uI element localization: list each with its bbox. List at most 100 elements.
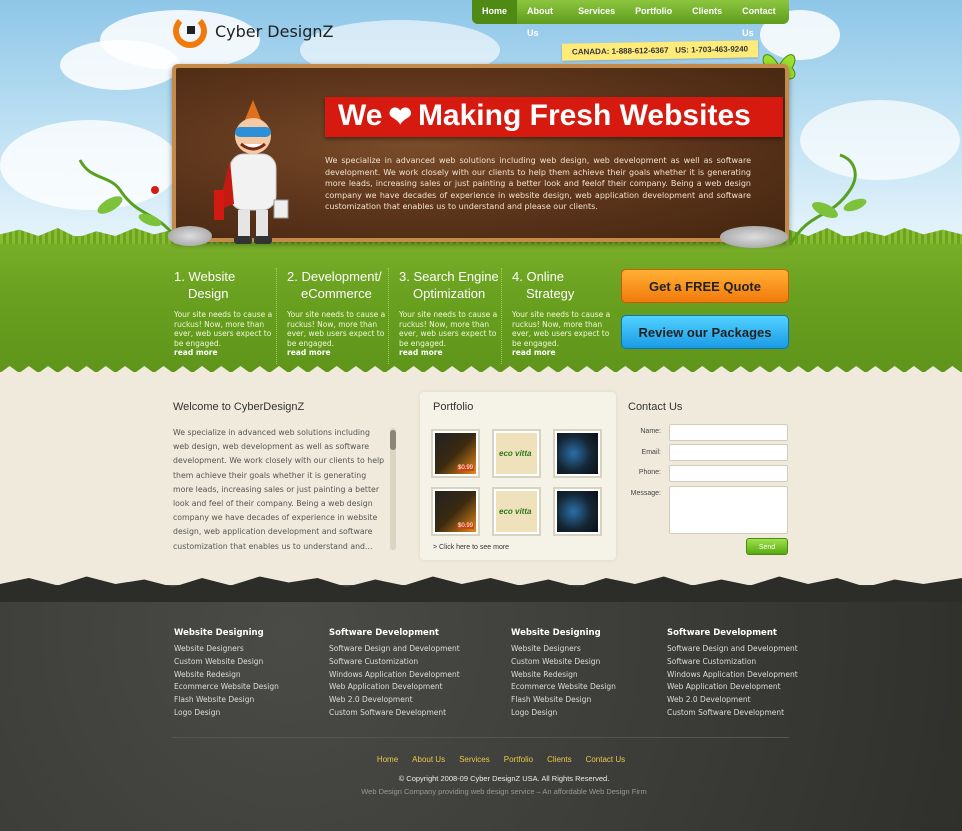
footer-link[interactable]: Website Designers [511,643,616,656]
portfolio-thumb[interactable] [553,487,602,536]
copyright: © Copyright 2008-09 Cyber DesignZ USA. A… [398,774,610,783]
footer-link[interactable]: Custom Software Development [329,707,460,720]
service-title: 4. Online Strategy [512,269,575,301]
nav-services[interactable]: Services [568,0,625,24]
footer-nav-portfolio[interactable]: Portfolio [504,755,533,764]
footer-link[interactable]: Software Customization [667,656,798,669]
mascot-illustration [214,100,289,244]
footer-column-software-development: Software Development Software Design and… [329,628,460,720]
see-more-link[interactable]: > Click here to see more [433,544,509,551]
footer-link[interactable]: Logo Design [511,707,616,720]
footer-column-heading: Website Designing [174,628,264,638]
service-divider [501,268,502,364]
footer-link[interactable]: Custom Website Design [174,656,279,669]
hero-description: We specialize in advanced web solutions … [325,156,751,212]
nav-contact-us[interactable]: Contact Us [732,0,789,38]
nav-portfolio[interactable]: Portfolio [625,0,682,24]
footer-link[interactable]: Website Redesign [174,669,279,682]
footer-column-heading: Software Development [329,628,439,638]
phone-label: Phone: [638,469,661,476]
email-label: Email: [641,449,661,456]
footer-column-software-development-2: Software Development Software Design and… [667,628,798,720]
contact-title: Contact Us [628,401,683,413]
heart-icon: ❤ [388,100,412,132]
nav-about-us[interactable]: About Us [517,0,568,38]
welcome-scrollbar[interactable] [390,428,396,550]
service-online-strategy: 4. Online Strategy Your site needs to ca… [512,268,612,357]
portfolio-thumb[interactable] [553,429,602,478]
footer-link[interactable]: Flash Website Design [174,694,279,707]
nav-home[interactable]: Home [472,0,518,24]
service-seo: 3. Search Engine Optimization Your site … [399,268,499,357]
logo[interactable]: Cyber DesignZ [173,14,334,48]
review-packages-button[interactable]: Review our Packages [621,315,789,349]
footer-link[interactable]: Custom Software Development [667,707,798,720]
service-description: Your site needs to cause a ruckus! Now, … [399,310,498,348]
portfolio-title: Portfolio [433,401,474,413]
service-description: Your site needs to cause a ruckus! Now, … [512,310,611,348]
portfolio-thumb[interactable]: eco vitta [492,429,541,478]
footer-nav-about-us[interactable]: About Us [412,755,445,764]
footer-link[interactable]: Flash Website Design [511,694,616,707]
read-more-link[interactable]: read more [174,348,274,357]
service-description: Your site needs to cause a ruckus! Now, … [287,310,386,348]
read-more-link[interactable]: read more [512,348,612,357]
headline-right: Making Fresh Websites [417,99,751,132]
portfolio-thumb[interactable]: $0.99 [431,487,480,536]
rock-left [168,226,212,246]
scroll-thumb[interactable] [390,430,396,450]
logo-text: Cyber DesignZ [215,21,334,41]
footer-link[interactable]: Web 2.0 Development [329,694,460,707]
logo-mark-icon [173,14,207,48]
cloud [60,40,180,90]
footer-link[interactable]: Ecommerce Website Design [174,681,279,694]
service-title: 1. Website Design [174,269,236,301]
footer-link[interactable]: Windows Application Development [667,669,798,682]
service-divider [388,268,389,364]
footer-tagline: Web Design Company providing web design … [361,787,647,796]
footer-link[interactable]: Windows Application Development [329,669,460,682]
footer-link[interactable]: Software Design and Development [329,643,460,656]
footer-link[interactable]: Ecommerce Website Design [511,681,616,694]
name-label: Name: [640,428,661,435]
footer-nav-services[interactable]: Services [459,755,490,764]
service-description: Your site needs to cause a ruckus! Now, … [174,310,273,348]
hero-headline: We ❤ Making Fresh Websites [338,99,751,133]
footer-link[interactable]: Software Design and Development [667,643,798,656]
read-more-link[interactable]: read more [287,348,387,357]
footer-column-heading: Website Designing [511,628,601,638]
footer-nav-clients[interactable]: Clients [547,755,571,764]
message-field[interactable] [669,486,788,534]
message-label: Message: [630,490,661,497]
free-quote-button[interactable]: Get a FREE Quote [621,269,789,303]
footer-column-website-designing-2: Website Designing Website Designers Cust… [511,628,616,720]
vine-right-decoration [788,153,867,246]
service-title: 3. Search Engine Optimization [399,269,499,301]
footer-link[interactable]: Web Application Development [329,681,460,694]
service-development: 2. Development/ eCommerce Your site need… [287,268,387,357]
footer-link[interactable]: Logo Design [174,707,279,720]
portfolio-thumb[interactable]: $0.99 [431,429,480,478]
read-more-link[interactable]: read more [399,348,499,357]
footer-link[interactable]: Web Application Development [667,681,798,694]
nav-clients[interactable]: Clients [682,0,732,24]
footer-link[interactable]: Website Designers [174,643,279,656]
footer-link[interactable]: Website Redesign [511,669,616,682]
headline-left: We [338,99,383,132]
rock-right [720,226,788,248]
service-website-design: 1. Website Design Your site needs to cau… [174,268,274,357]
footer-nav: Home About Us Services Portfolio Clients… [0,755,962,764]
name-field[interactable] [669,424,788,441]
phone-field[interactable] [669,465,788,482]
footer-column-heading: Software Development [667,628,777,638]
footer-link[interactable]: Software Customization [329,656,460,669]
footer-link[interactable]: Web 2.0 Development [667,694,798,707]
welcome-title: Welcome to CyberDesignZ [173,401,305,413]
footer-nav-home[interactable]: Home [377,755,398,764]
footer-nav-contact-us[interactable]: Contact Us [586,755,626,764]
main-nav: Home About Us Services Portfolio Clients… [472,0,789,38]
portfolio-thumb[interactable]: eco vitta [492,487,541,536]
footer-link[interactable]: Custom Website Design [511,656,616,669]
email-field[interactable] [669,444,788,461]
send-button[interactable]: Send [746,538,788,555]
